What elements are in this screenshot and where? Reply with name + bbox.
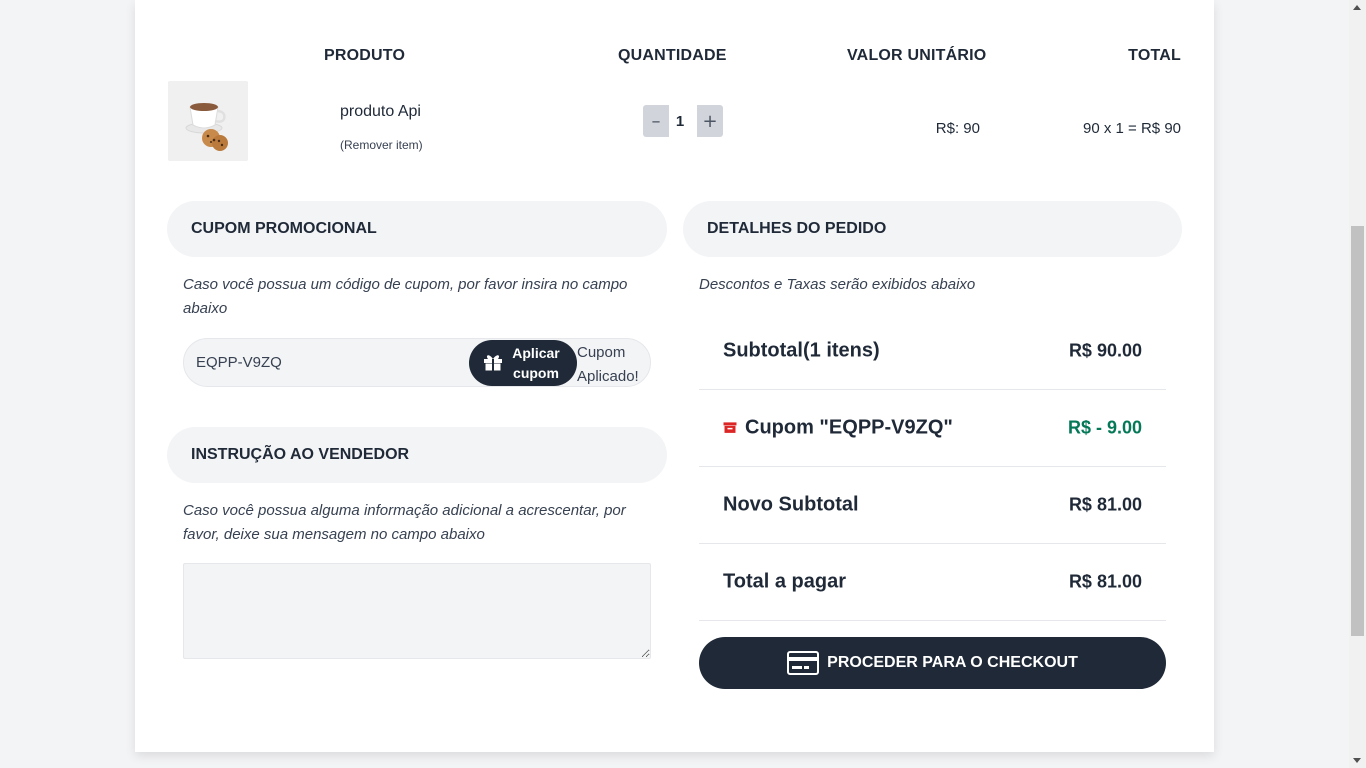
seller-message-textarea[interactable]: [183, 563, 651, 659]
new-subtotal-value: R$ 81.00: [1068, 494, 1142, 515]
subtotal-value: R$ 90.00: [1068, 340, 1142, 361]
scroll-down-icon[interactable]: [1353, 758, 1361, 763]
new-subtotal-label: Novo Subtotal: [723, 493, 859, 516]
checkout-button[interactable]: PROCEDER PARA O CHECKOUT: [699, 637, 1166, 689]
coupon-discount-label-wrap: Cupom "EQPP-V9ZQ": [723, 416, 953, 439]
credit-card-icon: [787, 651, 820, 675]
coupon-section-title: CUPOM PROMOCIONAL: [167, 201, 667, 257]
line-total: 90 x 1 = R$ 90: [1083, 120, 1181, 137]
coupon-status: Cupom Aplicado!: [577, 341, 657, 389]
coupon-form: Aplicar cupom Cupom Aplicado!: [183, 338, 651, 387]
coupon-status-line2: Aplicado!: [577, 368, 639, 385]
total-label: Total a pagar: [723, 570, 846, 593]
plus-icon: +: [702, 110, 718, 132]
subtotal-label: Subtotal(1 itens): [723, 339, 880, 362]
quantity-stepper: – +: [643, 105, 723, 137]
seller-section-title: INSTRUÇÃO AO VENDEDOR: [167, 427, 667, 483]
gift-icon: [483, 353, 503, 374]
order-details-title: DETALHES DO PEDIDO: [683, 201, 1182, 257]
coupon-discount-value: R$ - 9.00: [1067, 417, 1142, 438]
apply-coupon-button[interactable]: Aplicar cupom: [469, 340, 577, 386]
cart-card: PRODUTO QUANTIDADE VALOR UNITÁRIO TOTAL …: [135, 0, 1214, 752]
total-row: Total a pagar R$ 81.00: [699, 544, 1166, 621]
header-total: TOTAL: [1128, 47, 1181, 64]
order-details-note: Descontos e Taxas serão exibidos abaixo: [699, 276, 976, 293]
scroll-up-icon[interactable]: [1353, 5, 1361, 10]
coupon-note: Caso você possua um código de cupom, por…: [183, 276, 628, 317]
scrollbar-thumb[interactable]: [1351, 226, 1364, 636]
header-produto: PRODUTO: [324, 47, 406, 64]
apply-coupon-label-line2: cupom: [513, 365, 559, 381]
new-subtotal-row: Novo Subtotal R$ 81.00: [699, 467, 1166, 544]
header-quantidade: QUANTIDADE: [618, 47, 727, 64]
increase-quantity-button[interactable]: +: [697, 105, 723, 137]
checkout-label: PROCEDER PARA O CHECKOUT: [827, 654, 1078, 671]
product-name: produto Api: [340, 103, 421, 120]
quantity-input[interactable]: [669, 105, 697, 137]
coupon-discount-row: Cupom "EQPP-V9ZQ" R$ - 9.00: [699, 390, 1166, 467]
apply-coupon-label-line1: Aplicar: [512, 345, 560, 361]
subtotal-row: Subtotal(1 itens) R$ 90.00: [699, 313, 1166, 390]
remove-item-link[interactable]: (Remover item): [340, 138, 423, 152]
coupon-input[interactable]: [196, 339, 466, 386]
header-valor-unitario: VALOR UNITÁRIO: [847, 47, 987, 64]
coupon-discount-label: Cupom "EQPP-V9ZQ": [745, 416, 953, 439]
seller-note: Caso você possua alguma informação adici…: [183, 502, 626, 543]
decrease-quantity-button[interactable]: –: [643, 105, 669, 137]
coupon-status-line1: Cupom: [577, 344, 626, 361]
unit-price: R$: 90: [935, 120, 980, 137]
total-value: R$ 81.00: [1068, 571, 1142, 592]
page-scrollbar[interactable]: [1349, 0, 1366, 768]
minus-icon: –: [651, 110, 661, 132]
product-image: [168, 81, 248, 161]
apply-coupon-label: Aplicar cupom: [511, 343, 561, 383]
gift-icon: [723, 417, 737, 440]
